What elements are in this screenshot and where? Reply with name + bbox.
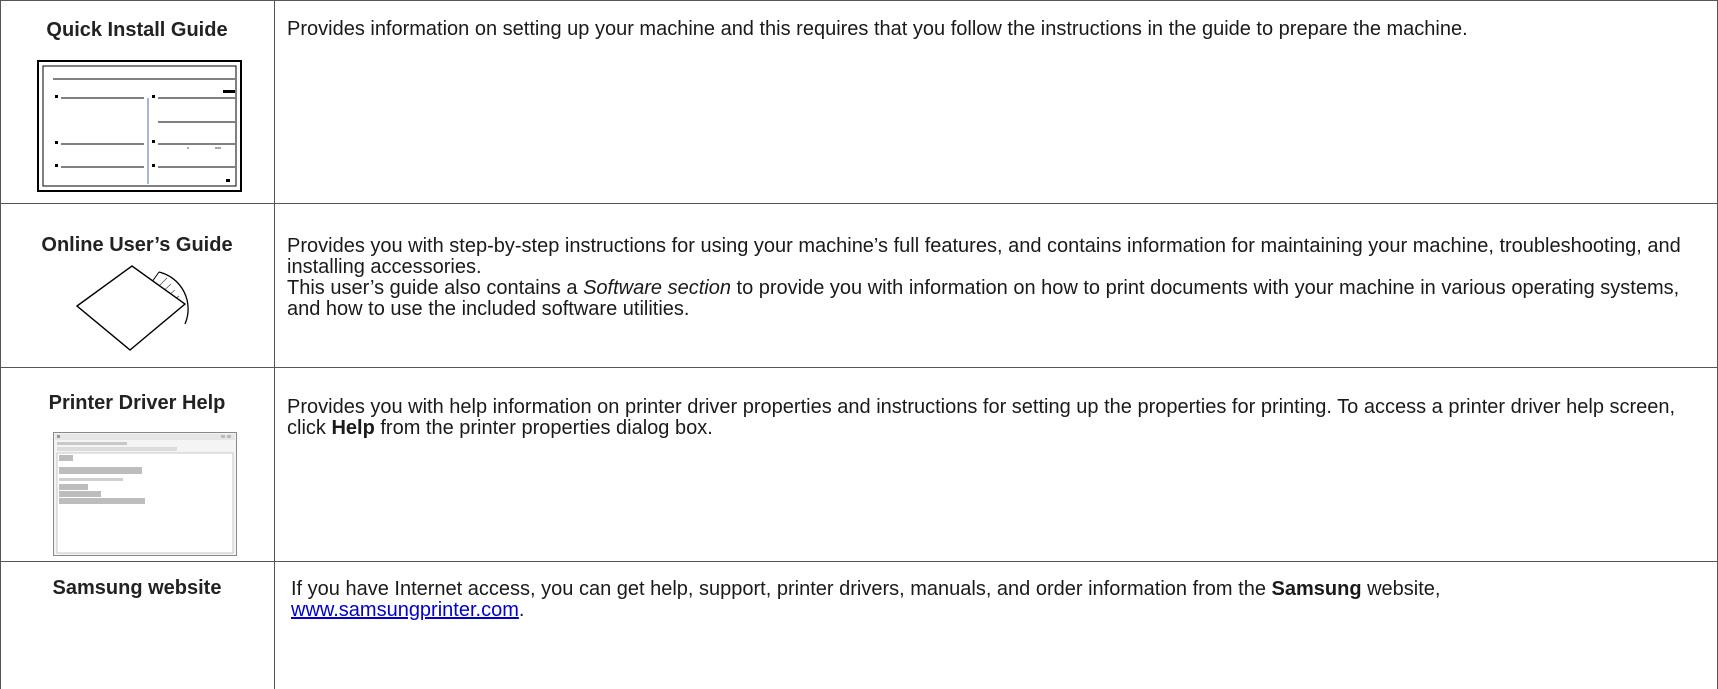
row-description-online-users-guide: Provides you with step-by-step instructi… bbox=[287, 236, 1707, 320]
row-title-printer-driver-help: Printer Driver Help bbox=[48, 392, 226, 414]
row-divider bbox=[0, 561, 1718, 562]
table-border-top bbox=[0, 0, 1718, 1]
samsung-emphasis: Samsung bbox=[1271, 578, 1362, 600]
row-title-quick-install-guide: Quick Install Guide bbox=[46, 19, 228, 41]
website-link-line: www.samsungprinter.com. bbox=[291, 599, 525, 621]
description-text: Provides you with help information on pr… bbox=[287, 396, 1676, 439]
row-divider bbox=[0, 367, 1718, 368]
row-description-samsung-website: If you have Internet access, you can get… bbox=[291, 579, 1711, 621]
row-description-printer-driver-help: Provides you with help information on pr… bbox=[287, 397, 1707, 439]
description-text-software-section: This user’s guide also contains a Softwa… bbox=[287, 277, 1680, 320]
software-section-emphasis: Software section bbox=[583, 277, 731, 299]
guide-table: Quick Install Guide Provides information… bbox=[0, 0, 1718, 689]
help-window-thumbnail bbox=[53, 432, 237, 561]
description-text: Provides you with step-by-step instructi… bbox=[287, 235, 1681, 278]
cd-sleeve-icon bbox=[75, 264, 225, 359]
quick-install-guide-thumbnail bbox=[37, 60, 242, 197]
description-text: Provides information on setting up your … bbox=[287, 18, 1468, 40]
samsung-website-link[interactable]: www.samsungprinter.com bbox=[291, 599, 519, 621]
help-emphasis: Help bbox=[331, 417, 375, 439]
row-title-samsung-website: Samsung website bbox=[52, 577, 222, 599]
column-divider bbox=[274, 0, 275, 689]
row-description-quick-install-guide: Provides information on setting up your … bbox=[287, 19, 1707, 40]
row-divider bbox=[0, 203, 1718, 204]
row-title-online-users-guide: Online User’s Guide bbox=[41, 234, 233, 256]
description-text: If you have Internet access, you can get… bbox=[291, 578, 1441, 600]
